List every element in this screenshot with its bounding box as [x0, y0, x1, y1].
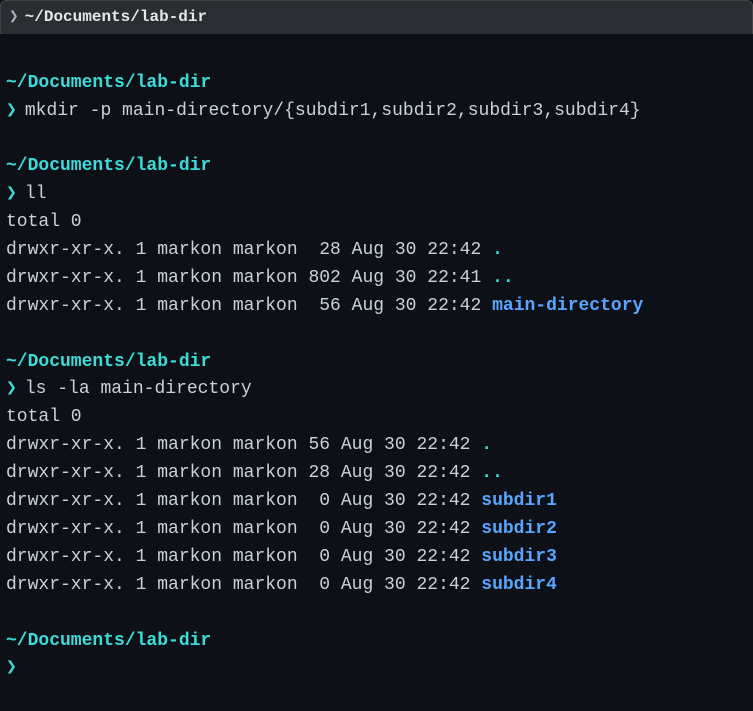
cwd-line: ~/Documents/lab-dir — [6, 153, 747, 181]
directory-name: subdir4 — [481, 572, 557, 600]
titlebar-path: ~/Documents/lab-dir — [25, 5, 207, 30]
prompt-symbol-icon: ❯ — [6, 376, 17, 404]
prompt-line[interactable]: ❯ ll — [6, 181, 747, 209]
output-line: drwxr-xr-x. 1 markon markon 0 Aug 30 22:… — [6, 544, 747, 572]
blank-line — [6, 321, 747, 349]
output-line: drwxr-xr-x. 1 markon markon 0 Aug 30 22:… — [6, 516, 747, 544]
output-text: total 0 — [6, 404, 82, 432]
command-text: mkdir -p main-directory/{subdir1,subdir2… — [25, 98, 641, 126]
terminal-viewport[interactable]: ~/Documents/lab-dir❯mkdir -p main-direct… — [0, 34, 753, 691]
directory-name: main-directory — [492, 293, 643, 321]
output-text: drwxr-xr-x. 1 markon markon 0 Aug 30 22:… — [6, 572, 481, 600]
command-text: ll — [25, 181, 47, 209]
output-line: total 0 — [6, 404, 747, 432]
directory-name: subdir1 — [481, 488, 557, 516]
output-text: drwxr-xr-x. 1 markon markon 56 Aug 30 22… — [6, 293, 492, 321]
cwd-line: ~/Documents/lab-dir — [6, 349, 747, 377]
prompt-line[interactable]: ❯ ls -la main-directory — [6, 376, 747, 404]
output-line: drwxr-xr-x. 1 markon markon 802 Aug 30 2… — [6, 265, 747, 293]
cwd-line: ~/Documents/lab-dir — [6, 628, 747, 656]
output-text: drwxr-xr-x. 1 markon markon 28 Aug 30 22… — [6, 460, 481, 488]
blank-line — [6, 125, 747, 153]
directory-name: subdir3 — [481, 544, 557, 572]
output-text: total 0 — [6, 209, 82, 237]
output-line: drwxr-xr-x. 1 markon markon 28 Aug 30 22… — [6, 237, 747, 265]
output-text: drwxr-xr-x. 1 markon markon 28 Aug 30 22… — [6, 237, 492, 265]
dot-entry: .. — [481, 460, 503, 488]
blank-line — [6, 42, 747, 70]
directory-name: subdir2 — [481, 516, 557, 544]
output-line: drwxr-xr-x. 1 markon markon 0 Aug 30 22:… — [6, 572, 747, 600]
prompt-symbol-icon: ❯ — [6, 98, 17, 126]
cwd-line: ~/Documents/lab-dir — [6, 70, 747, 98]
output-line: drwxr-xr-x. 1 markon markon 0 Aug 30 22:… — [6, 488, 747, 516]
titlebar-prompt-icon: ❯ — [9, 5, 19, 30]
output-line: drwxr-xr-x. 1 markon markon 28 Aug 30 22… — [6, 460, 747, 488]
output-text: drwxr-xr-x. 1 markon markon 802 Aug 30 2… — [6, 265, 492, 293]
output-text: drwxr-xr-x. 1 markon markon 0 Aug 30 22:… — [6, 516, 481, 544]
output-text: drwxr-xr-x. 1 markon markon 0 Aug 30 22:… — [6, 544, 481, 572]
output-text: drwxr-xr-x. 1 markon markon 0 Aug 30 22:… — [6, 488, 481, 516]
dot-entry: . — [481, 432, 492, 460]
output-line: drwxr-xr-x. 1 markon markon 56 Aug 30 22… — [6, 293, 747, 321]
window-titlebar: ❯ ~/Documents/lab-dir — [0, 0, 753, 34]
prompt-symbol-icon: ❯ — [6, 655, 17, 683]
command-text: ls -la main-directory — [25, 376, 252, 404]
output-line: drwxr-xr-x. 1 markon markon 56 Aug 30 22… — [6, 432, 747, 460]
output-line: total 0 — [6, 209, 747, 237]
prompt-line[interactable]: ❯ mkdir -p main-directory/{subdir1,subdir… — [6, 98, 747, 126]
output-text: drwxr-xr-x. 1 markon markon 56 Aug 30 22… — [6, 432, 481, 460]
dot-entry: .. — [492, 265, 514, 293]
prompt-line[interactable]: ❯ — [6, 655, 747, 683]
prompt-symbol-icon: ❯ — [6, 181, 17, 209]
dot-entry: . — [492, 237, 503, 265]
blank-line — [6, 600, 747, 628]
